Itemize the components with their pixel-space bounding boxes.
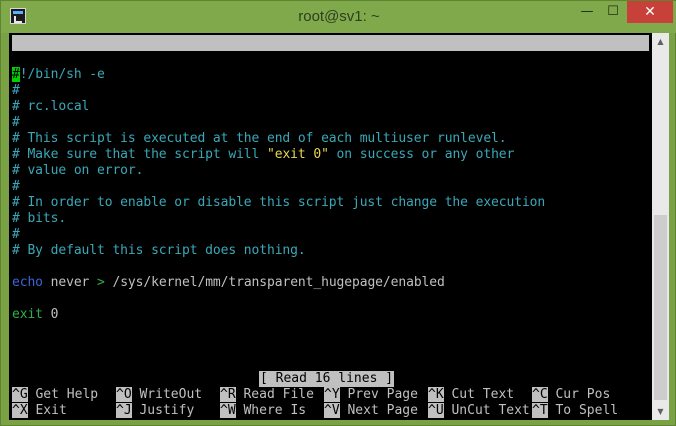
editor-line-14[interactable]: echo never > /sys/kernel/mm/transparent_…	[12, 275, 445, 291]
nano-version: GNU nano 2.2.6	[28, 51, 138, 66]
shortcut-key: ^X	[12, 403, 28, 418]
shortcut-label: WriteOut	[131, 387, 203, 402]
shortcut-where-is[interactable]: ^W Where Is	[220, 403, 306, 419]
exit-keyword: exit	[12, 307, 43, 322]
shortcut-label: Prev Page	[339, 387, 418, 402]
shortcut-label: Get Help	[27, 387, 99, 402]
shortcut-next-page[interactable]: ^V Next Page	[324, 403, 418, 419]
shortcut-uncut-text[interactable]: ^U UnCut Text	[428, 403, 530, 419]
editor-line-3[interactable]: # rc.local	[12, 99, 89, 115]
minimize-button[interactable]: —	[574, 1, 600, 23]
editor-line-7[interactable]: # value on error.	[12, 163, 143, 179]
editor-line-12[interactable]: # By default this script does nothing.	[12, 243, 306, 259]
redirect-operator: >	[97, 275, 105, 290]
shortcut-cut-text[interactable]: ^K Cut Text	[428, 387, 514, 403]
maximize-button[interactable]: ☐	[600, 1, 626, 23]
editor-line-10[interactable]: # bits.	[12, 211, 66, 227]
shortcut-key: ^C	[532, 387, 548, 402]
editor-line-11[interactable]: #	[12, 227, 20, 243]
shortcut-get-help[interactable]: ^G Get Help	[12, 387, 98, 403]
shortcut-label: UnCut Text	[443, 403, 530, 418]
shortcut-label: Cur Pos	[547, 387, 611, 402]
code-text: 0	[42, 307, 59, 322]
shortcut-key: ^G	[12, 387, 28, 402]
editor-line-4[interactable]: #	[12, 115, 20, 131]
shortcut-justify[interactable]: ^J Justify	[116, 403, 194, 419]
shortcut-cur-pos[interactable]: ^C Cur Pos	[532, 387, 610, 403]
shortcut-label: Where Is	[235, 403, 307, 418]
scrollbar-thumb[interactable]	[654, 215, 667, 400]
nano-file-name: File: /etc/rc.local	[244, 67, 393, 82]
comment-text: on success or any other	[328, 147, 515, 162]
shortcut-writeout[interactable]: ^O WriteOut	[116, 387, 202, 403]
shortcut-key: ^J	[116, 403, 132, 418]
editor-line-16[interactable]: exit 0	[12, 307, 58, 323]
shortcut-key: ^R	[220, 387, 236, 402]
terminal-area[interactable]: GNU nano 2.2.6 File: /etc/rc.local #!/bi…	[9, 33, 652, 420]
vertical-scrollbar[interactable]: ▲ ▼	[652, 33, 669, 420]
editor-line-2[interactable]: #	[12, 83, 20, 99]
shortcut-exit[interactable]: ^X Exit	[12, 403, 67, 419]
shortcut-key: ^U	[428, 403, 444, 418]
shortcut-label: Exit	[27, 403, 67, 418]
shortcut-key: ^O	[116, 387, 132, 402]
shortcut-key: ^V	[324, 403, 340, 418]
shortcut-label: Justify	[131, 403, 195, 418]
shortcut-read-file[interactable]: ^R Read File	[220, 387, 314, 403]
shortcut-prev-page[interactable]: ^Y Prev Page	[324, 387, 418, 403]
echo-keyword: echo	[12, 275, 43, 290]
scroll-down-arrow-icon[interactable]: ▼	[652, 403, 669, 420]
terminal-window: root@sv1: ~ — ☐ ✕ GNU nano 2.2.6 File: /…	[0, 0, 676, 426]
comment-text: # Make sure that the script will	[12, 147, 267, 162]
shortcut-label: To Spell	[547, 403, 619, 418]
editor-line-8[interactable]: #	[12, 179, 20, 195]
string-literal: "exit 0"	[266, 147, 329, 162]
editor-line-5[interactable]: # This script is executed at the end of …	[12, 131, 507, 147]
editor-line-6[interactable]: # Make sure that the script will "exit 0…	[12, 147, 514, 163]
code-text: never	[42, 275, 98, 290]
nano-header: GNU nano 2.2.6 File: /etc/rc.local	[12, 35, 649, 82]
close-button[interactable]: ✕	[627, 1, 673, 23]
shortcut-to-spell[interactable]: ^T To Spell	[532, 403, 618, 419]
shortcut-label: Read File	[235, 387, 314, 402]
status-message: [ Read 16 lines ]	[259, 371, 395, 387]
shortcut-label: Next Page	[339, 403, 418, 418]
shortcut-key: ^K	[428, 387, 444, 402]
shortcut-key: ^Y	[324, 387, 340, 402]
editor-line-1[interactable]: #!/bin/sh -e	[12, 67, 105, 83]
scroll-up-arrow-icon[interactable]: ▲	[652, 33, 669, 50]
shortcut-key: ^T	[532, 403, 548, 418]
title-bar[interactable]: root@sv1: ~ — ☐ ✕	[1, 1, 676, 33]
shortcut-key: ^W	[220, 403, 236, 418]
text-cursor: #	[12, 67, 20, 82]
editor-line-9[interactable]: # In order to enable or disable this scr…	[12, 195, 545, 211]
shebang-text: !/bin/sh -e	[19, 67, 105, 82]
code-text: /sys/kernel/mm/transparent_hugepage/enab…	[104, 275, 445, 290]
shortcut-label: Cut Text	[443, 387, 515, 402]
